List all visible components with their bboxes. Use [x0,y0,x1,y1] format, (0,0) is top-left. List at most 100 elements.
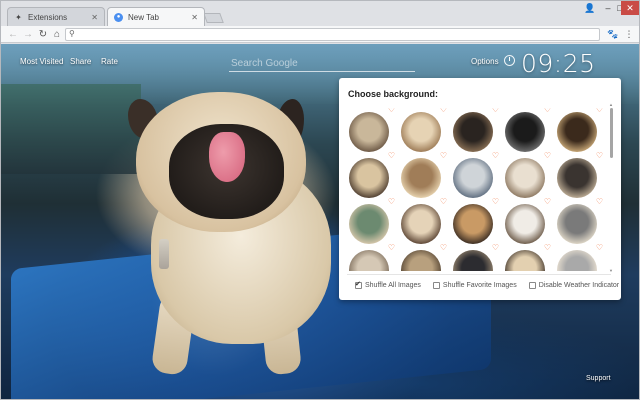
favorite-heart-icon[interactable]: ♡ [440,244,447,252]
background-thumbnail[interactable]: ♡ [503,198,551,246]
divider [347,274,611,275]
pug-thumbnail-image [505,112,545,152]
option-label: Disable Weather Indicator [538,282,620,289]
pug-thumbnail-image [401,204,441,244]
most-visited-link[interactable]: Most Visited [20,57,63,66]
option-label: Shuffle Favorite Images [442,282,517,289]
pug-extension-icon[interactable]: 🐾 [606,28,620,40]
favorite-heart-icon[interactable]: ♡ [544,244,551,252]
disable-weather-checkbox[interactable] [528,282,536,289]
background-thumbnail[interactable]: ♡ [399,152,447,200]
search-icon: ⚲ [69,29,75,38]
background-thumbnail[interactable]: ♡ [451,152,499,200]
thumbnail-grid: ♡ ♡ ♡ ♡ ♡ ♡ ♡ ♡ ♡ ♡ ♡ ♡ ♡ ♡ ♡ ♡ ♡ ♡ ♡ ♡ [347,108,609,271]
menu-icon[interactable]: ⋮ [622,28,636,40]
pug-thumbnail-image [349,158,389,198]
pug-thumbnail-image [557,158,597,198]
favorite-heart-icon[interactable]: ♡ [596,152,603,160]
close-window-icon[interactable]: ✕ [621,1,639,15]
background-thumbnail[interactable]: ♡ [503,108,551,154]
pug-thumbnail-image [401,112,441,152]
background-thumbnail[interactable]: ♡ [347,198,395,246]
pug-thumbnail-image [349,204,389,244]
background-thumbnail[interactable]: ♡ [555,108,603,154]
background-thumbnail[interactable]: ♡ [451,198,499,246]
share-link[interactable]: Share [70,57,91,66]
favorite-heart-icon[interactable]: ♡ [596,244,603,252]
background-thumbnail[interactable]: ♡ [555,152,603,200]
clock: 09:25 [521,49,596,78]
favorite-heart-icon[interactable]: ♡ [492,244,499,252]
background-thumbnail[interactable]: ♡ [347,244,395,271]
scroll-thumb[interactable] [610,108,613,158]
pug-thumbnail-image [453,250,493,271]
background-thumbnail[interactable]: ♡ [347,108,395,154]
forward-icon[interactable]: → [22,28,34,40]
background-thumbnail[interactable]: ♡ [503,152,551,200]
pug-thumbnail-image [453,204,493,244]
background-thumbnail[interactable]: ♡ [555,198,603,246]
disable-weather-option[interactable]: Disable Weather Indicator [528,282,620,289]
favorite-heart-icon[interactable]: ♡ [388,152,395,160]
search-box [229,56,415,72]
option-label: Shuffle All Images [365,282,421,289]
pug-thumbnail-image [349,112,389,152]
pug-thumbnail-image [401,250,441,271]
user-icon[interactable]: 👤 [581,1,599,15]
background-pug-tongue [209,132,245,182]
close-tab-icon[interactable]: ✕ [191,13,198,22]
new-tab-button[interactable] [203,13,224,23]
background-thumbnail[interactable]: ♡ [399,198,447,246]
shuffle-favorite-option[interactable]: Shuffle Favorite Images [432,282,517,289]
favorite-heart-icon[interactable]: ♡ [544,198,551,206]
favorite-heart-icon[interactable]: ♡ [544,152,551,160]
home-icon[interactable]: ⌂ [51,28,63,40]
favorite-heart-icon[interactable]: ♡ [440,198,447,206]
background-thumbnail[interactable]: ♡ [399,108,447,154]
favorite-heart-icon[interactable]: ♡ [492,152,499,160]
search-input[interactable] [229,56,415,71]
search-icon: ● [114,12,123,22]
rate-link[interactable]: Rate [101,57,118,66]
tab-title: Extensions [28,12,68,22]
favorite-heart-icon[interactable]: ♡ [492,198,499,206]
favorite-heart-icon[interactable]: ♡ [388,108,395,114]
background-thumbnail[interactable]: ♡ [503,244,551,271]
tab-new-tab[interactable]: ● New Tab ✕ [107,7,205,26]
background-thumbnail[interactable]: ♡ [451,108,499,154]
background-thumbnail[interactable]: ♡ [451,244,499,271]
tab-title: New Tab [128,12,159,22]
favorite-heart-icon[interactable]: ♡ [388,198,395,206]
favorite-heart-icon[interactable]: ♡ [596,108,603,114]
shuffle-all-checkbox[interactable] [355,280,362,289]
address-bar[interactable]: ⚲ [65,28,600,41]
background-thumbnail[interactable]: ♡ [347,152,395,200]
pug-thumbnail-image [505,204,545,244]
reload-icon[interactable]: ↻ [37,28,49,40]
favorite-heart-icon[interactable]: ♡ [544,108,551,114]
pug-thumbnail-image [453,112,493,152]
shuffle-favorite-checkbox[interactable] [432,282,440,289]
background-thumbnail[interactable]: ♡ [555,244,603,271]
options-link[interactable]: Options [471,57,499,66]
scroll-down-icon[interactable]: ▼ [609,268,613,273]
favorite-heart-icon[interactable]: ♡ [596,198,603,206]
clock-icon [504,55,515,66]
pug-thumbnail-image [557,112,597,152]
pug-thumbnail-image [557,204,597,244]
shuffle-all-option[interactable]: Shuffle All Images [355,280,421,289]
favorite-heart-icon[interactable]: ♡ [388,244,395,252]
scroll-up-icon[interactable]: ▲ [609,102,613,107]
back-icon[interactable]: ← [7,28,19,40]
background-thumbnail[interactable]: ♡ [399,244,447,271]
scrollbar[interactable]: ▲ ▼ [609,102,614,273]
support-link[interactable]: Support [586,375,611,382]
browser-toolbar: ← → ↻ ⌂ ⚲ 🐾 ⋮ [1,26,639,43]
favorite-heart-icon[interactable]: ♡ [440,152,447,160]
tab-extensions[interactable]: ✦ Extensions ✕ [7,7,105,26]
favorite-heart-icon[interactable]: ♡ [492,108,499,114]
favorite-heart-icon[interactable]: ♡ [440,108,447,114]
pug-thumbnail-image [505,250,545,271]
close-tab-icon[interactable]: ✕ [91,13,98,22]
pug-thumbnail-image [505,158,545,198]
